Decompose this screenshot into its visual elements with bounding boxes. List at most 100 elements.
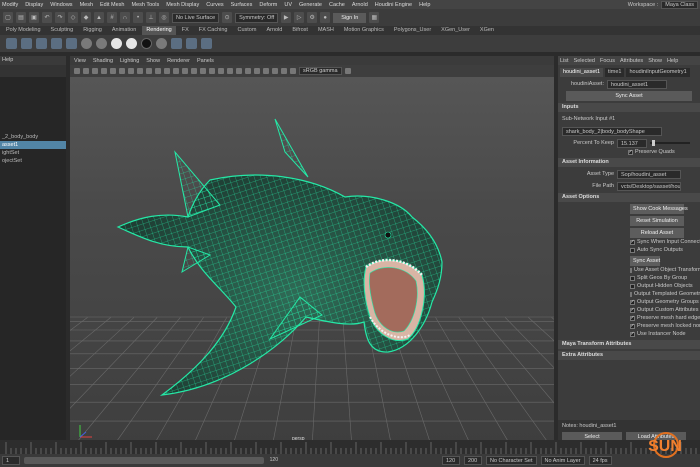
image-plane-icon[interactable] [101,68,107,74]
sync-when-input-checkbox[interactable]: ✓ [630,239,635,245]
preserve-quads-row[interactable]: ✓ Preserve Quads [628,148,700,156]
color-space-dropdown[interactable]: sRGB gamma [299,67,342,75]
menu-item-display[interactable]: Display [25,2,43,8]
menu-item-mesh[interactable]: Mesh [80,2,93,8]
menu-item-curves[interactable]: Curves [206,2,223,8]
point-light-icon[interactable] [81,38,92,49]
outliner-item[interactable]: _2_body_body [0,133,66,141]
sub-network-field[interactable]: shark_body_2|body_bodyShape [562,126,662,136]
camera-icon[interactable] [186,38,197,49]
extra-attributes-section-header[interactable]: Extra Attributes [558,351,700,360]
outliner-item[interactable] [0,77,66,85]
outliner-item[interactable] [0,85,66,93]
use-all-lights-icon[interactable] [218,68,224,74]
shelf-tab-mash[interactable]: MASH [314,26,338,35]
field-chart-icon[interactable] [146,68,152,74]
shelf-tab-sculpting[interactable]: Sculpting [47,26,78,35]
shelf-toggle-icon[interactable]: ▦ [369,12,380,23]
shelf-tab-poly-modeling[interactable]: Poly Modeling [2,26,45,35]
time-slider[interactable] [0,440,700,454]
fps-dropdown[interactable]: 24 fps [588,456,612,465]
asset-option-row[interactable]: Use Asset Object Transform [630,266,700,274]
viewport-menu-renderer[interactable]: Renderer [167,58,190,64]
ambient-occlusion-icon[interactable] [254,68,260,74]
select-hierarchy-icon[interactable]: ◇ [68,12,78,23]
preserve-quads-checkbox[interactable]: ✓ [628,149,633,155]
range-end-field[interactable]: 120 [442,456,460,465]
grid-icon[interactable] [110,68,116,74]
shelf-tab-animation[interactable]: Animation [108,26,140,35]
outliner-item[interactable]: asset1 [0,141,66,149]
menu-item-deform[interactable]: Deform [259,2,277,8]
shelf-tab-motion-graphics[interactable]: Motion Graphics [340,26,388,35]
shelf-tab-xgen[interactable]: XGen [476,26,498,35]
asset-option-row[interactable]: Output Templated Geometries [630,290,700,298]
open-scene-icon[interactable]: ▤ [16,12,26,23]
history-icon[interactable]: ⊙ [222,12,233,23]
asset-option-checkbox[interactable] [630,283,635,289]
asset-option-checkbox[interactable]: ✓ [630,323,635,329]
menu-item-surfaces[interactable]: Surfaces [231,2,253,8]
menu-item-mesh-display[interactable]: Mesh Display [166,2,199,8]
shadows-icon[interactable] [227,68,233,74]
render-settings-icon[interactable]: ⚙ [307,12,318,23]
snap-grid-icon[interactable]: # [107,12,117,23]
percent-to-keep-field[interactable]: 15.137 [617,138,647,148]
shelf-tab-rendering[interactable]: Rendering [142,26,176,35]
redo-icon[interactable]: ↷ [55,12,65,23]
shelf-tab-arnold[interactable]: Arnold [262,26,286,35]
outliner-item[interactable] [0,109,66,117]
snap-view-icon[interactable]: ⊥ [146,12,156,23]
show-cook-messages-button[interactable]: Show Cook Messages [630,204,688,214]
select-camera-icon[interactable] [74,68,80,74]
menu-item-mesh-tools[interactable]: Mesh Tools [131,2,159,8]
select-object-icon[interactable]: ◆ [81,12,91,23]
safe-action-icon[interactable] [155,68,161,74]
menu-item-modify[interactable]: Modify [2,2,18,8]
blinn-sphere-icon[interactable] [126,38,137,49]
asset-option-checkbox[interactable] [630,267,632,273]
asset-option-row[interactable]: Split Geos By Group [630,274,700,282]
select-component-icon[interactable]: ▲ [94,12,104,23]
render-current-icon[interactable] [21,38,32,49]
depth-of-field-icon[interactable] [272,68,278,74]
viewport-menu-view[interactable]: View [74,58,86,64]
viewport-menu-lighting[interactable]: Lighting [120,58,139,64]
area-light-icon[interactable] [66,38,77,49]
shelf-tab-custom[interactable]: Custom [233,26,260,35]
asset-name-field[interactable]: houdini_asset1 [607,79,667,89]
asset-option-row[interactable]: ✓ Output Geometry Groups [630,298,700,306]
gate-mask-icon[interactable] [137,68,143,74]
asset-option-row[interactable]: Output Hidden Objects [630,282,700,290]
safe-title-icon[interactable] [164,68,170,74]
snap-surface-icon[interactable]: ◎ [159,12,169,23]
asset-option-checkbox[interactable]: ✓ [630,299,635,305]
character-set-dropdown[interactable]: No Character Set [486,456,537,465]
shelf-tab-fx-caching[interactable]: FX Caching [195,26,232,35]
asset-option-row[interactable]: ✓ Preserve mesh hard edges [630,314,700,322]
file-path-field[interactable]: vcts/Desktop/sasset/houdini [617,181,681,191]
shelf-tab-rigging[interactable]: Rigging [79,26,106,35]
asset-info-section-header[interactable]: Asset Information [558,158,700,167]
menu-item-cache[interactable]: Cache [329,2,345,8]
outliner-item[interactable] [0,93,66,101]
hypershade-icon[interactable]: ● [320,12,331,23]
textured-icon[interactable] [209,68,215,74]
wireframe-on-shaded-icon[interactable] [200,68,206,74]
isolate-select-icon[interactable] [245,68,251,74]
asset-option-checkbox[interactable] [630,291,632,297]
ae-menu-help[interactable]: Help [667,58,678,64]
menu-item-help[interactable]: Help [419,2,430,8]
anim-layer-dropdown[interactable]: No Anim Layer [540,456,585,465]
menu-item-houdini-engine[interactable]: Houdini Engine [375,2,412,8]
use-default-material-icon[interactable] [191,68,197,74]
shelf-tab-polygons-user[interactable]: Polygons_User [390,26,435,35]
ae-tab-houdini-asset1[interactable]: houdini_asset1 [560,67,604,77]
workspace-dropdown[interactable]: Maya Class [661,1,698,9]
camera-attributes-icon[interactable] [83,68,89,74]
auto-sync-outputs-checkbox[interactable] [630,247,635,253]
asset-option-checkbox[interactable]: ✓ [630,331,635,337]
asset-option-checkbox[interactable] [630,275,635,281]
render-frame-icon[interactable]: ▶ [281,12,292,23]
snap-point-icon[interactable]: • [133,12,143,23]
